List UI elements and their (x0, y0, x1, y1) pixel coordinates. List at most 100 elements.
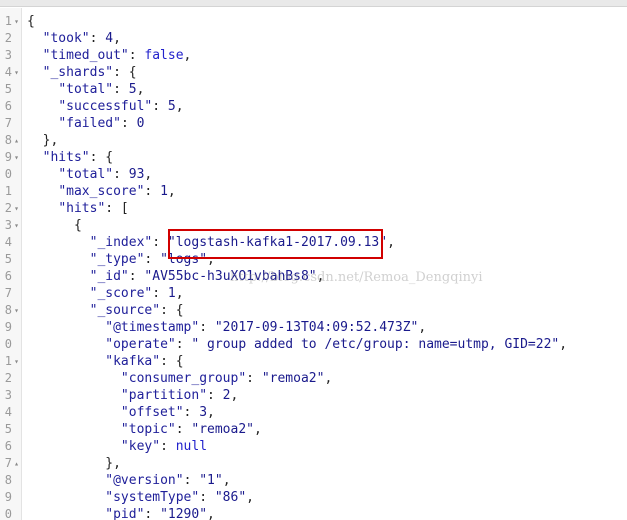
json-punct (27, 388, 121, 403)
json-punct: : [ (105, 201, 129, 216)
json-value: 1 (160, 184, 168, 199)
json-punct (27, 31, 43, 46)
json-punct: : (144, 252, 161, 267)
json-value: false (144, 48, 184, 63)
json-punct: : (120, 116, 137, 131)
json-punct: : (175, 422, 192, 437)
json-key: "@version" (105, 473, 184, 488)
json-punct: , (418, 320, 427, 335)
line-number: 9 (4, 150, 12, 164)
code-text: "took": 4, (27, 30, 121, 47)
line-number: 6 (4, 439, 12, 453)
json-string: "2017-09-13T04:09:52.473Z" (214, 320, 419, 335)
line-number: 1 (4, 184, 12, 198)
json-punct: : (113, 167, 129, 182)
line-number: 9 (4, 490, 12, 504)
json-key: "_index" (89, 235, 153, 250)
json-punct (27, 116, 58, 131)
code-text: "_score": 1, (27, 285, 184, 302)
json-value: 2 (222, 388, 231, 403)
json-punct: , (246, 490, 254, 505)
json-punct: : (199, 490, 215, 505)
json-key: "total" (58, 82, 114, 97)
json-punct: : (113, 82, 129, 97)
code-text: "hits": [ (27, 200, 129, 217)
json-punct: : (246, 371, 262, 386)
fold-toggle-icon[interactable]: ▾ (12, 13, 21, 30)
json-punct (27, 303, 90, 318)
fold-toggle-icon[interactable]: ▴ (12, 455, 21, 472)
line-number: 6 (4, 99, 12, 113)
json-punct: , (167, 184, 176, 199)
json-punct: { (27, 14, 35, 29)
json-key: "_shards" (42, 65, 114, 80)
line-number: 5 (4, 422, 12, 436)
line-number: 2 (4, 371, 12, 385)
json-punct: : { (113, 65, 137, 80)
line-number: 0 (4, 507, 12, 520)
fold-toggle-icon[interactable]: ▾ (12, 149, 21, 166)
json-punct (27, 201, 58, 216)
fold-toggle-icon[interactable]: ▾ (12, 353, 21, 370)
line-number: 6 (4, 269, 12, 283)
code-text: "key": null (27, 438, 207, 455)
watermark: http://blog.csdn.net/Remoa_Dengqinyi (230, 270, 483, 285)
code-text: "kafka": { (27, 353, 183, 370)
code-text: "timed_out": false, (27, 47, 192, 64)
json-key: "pid" (105, 507, 145, 520)
json-key: "successful" (58, 99, 153, 114)
fold-toggle-icon[interactable]: ▴ (12, 132, 21, 149)
json-punct (27, 252, 90, 267)
json-punct (27, 269, 90, 284)
code-text: "total": 5, (27, 81, 144, 98)
line-number: 1 (4, 354, 12, 368)
json-punct: : (183, 473, 200, 488)
json-key: "max_score" (58, 184, 145, 199)
fold-toggle-icon[interactable]: ▾ (12, 302, 21, 319)
code-text: { (27, 217, 82, 234)
code-text: "_source": { (27, 302, 184, 319)
fold-toggle-icon[interactable]: ▾ (12, 64, 21, 81)
json-value: 3 (199, 405, 208, 420)
json-key: "total" (58, 167, 114, 182)
code-text: "successful": 5, (27, 98, 183, 115)
json-value: 93 (128, 167, 145, 182)
json-key: "hits" (58, 201, 106, 216)
code-text: "offset": 3, (27, 404, 215, 421)
json-punct: , (175, 286, 184, 301)
code-text: "_shards": { (27, 64, 137, 81)
json-punct: , (387, 235, 395, 250)
json-punct (27, 490, 105, 505)
fold-toggle-icon[interactable]: ▾ (12, 217, 21, 234)
json-punct (27, 167, 58, 182)
code-text: }, (27, 455, 121, 472)
line-number: 8 (4, 303, 12, 317)
json-punct: , (559, 337, 568, 352)
line-number: 7 (4, 116, 12, 130)
line-number: 3 (4, 388, 12, 402)
json-punct: , (207, 405, 215, 420)
json-punct (27, 405, 121, 420)
top-toolbar-strip (0, 0, 627, 7)
json-viewer[interactable]: 1 ▾{2 "took": 4, 3 "timed_out": false, 4 ▾ "… (0, 8, 627, 520)
code-text: "consumer_group": "remoa2", (27, 370, 332, 387)
json-punct: : (152, 99, 168, 114)
json-punct: , (136, 82, 145, 97)
highlight-box-index (168, 229, 383, 259)
json-punct (27, 354, 105, 369)
json-punct: , (254, 422, 262, 437)
json-key: "operate" (105, 337, 176, 352)
json-string: "remoa2" (191, 422, 254, 437)
fold-toggle-icon[interactable]: ▾ (12, 200, 21, 217)
line-number: 4 (4, 405, 12, 419)
line-number: 7 (4, 286, 12, 300)
line-number: 1 (4, 14, 12, 28)
json-punct: : (160, 439, 176, 454)
code-text: "partition": 2, (27, 387, 238, 404)
line-number: 3 (4, 48, 12, 62)
code-text: "@version": "1", (27, 472, 230, 489)
code-text: "pid": "1290", (27, 506, 215, 520)
line-number: 2 (4, 31, 12, 45)
line-number: 2 (4, 201, 12, 215)
json-value: 0 (136, 116, 145, 131)
